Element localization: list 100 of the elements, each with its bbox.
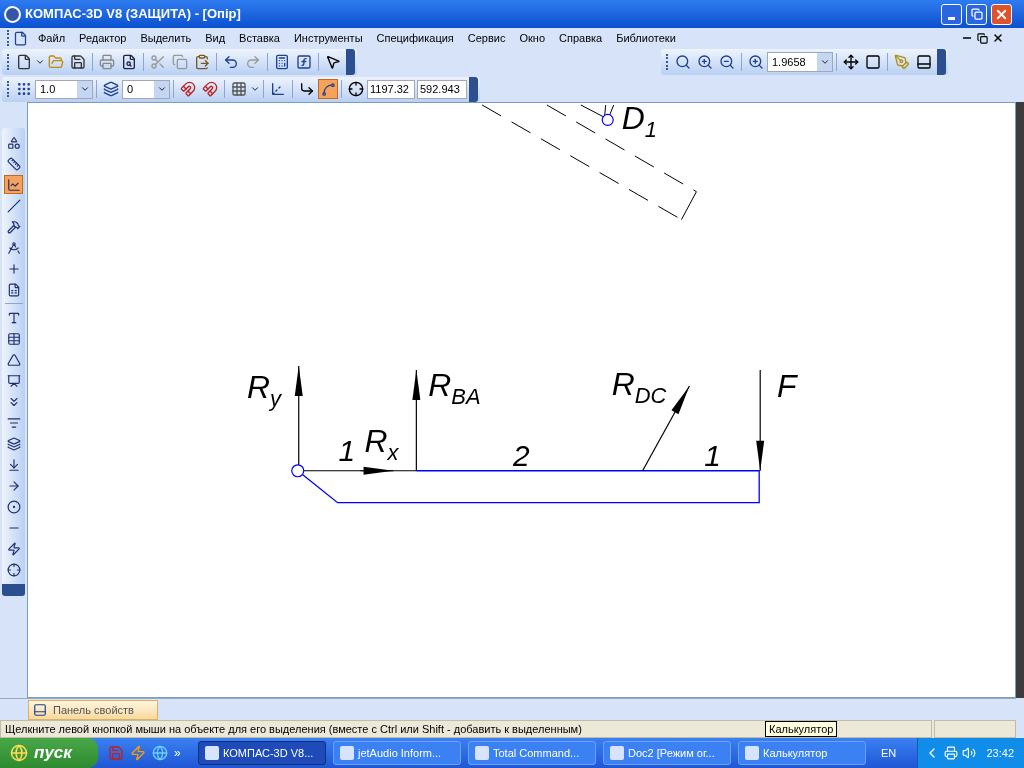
clock: 23:42 (986, 745, 1014, 761)
preview-icon[interactable] (121, 54, 137, 70)
menu-item[interactable]: Библиотеки (616, 29, 676, 47)
new-file-icon[interactable] (16, 54, 32, 70)
easel-icon[interactable] (6, 373, 21, 388)
drawing-canvas[interactable]: R$_{y}$ R$_{BA}$ R$_{DC}$ F R$_{x}$ D$_{1}$ 1 2 1 (27, 102, 1016, 698)
layers-icon[interactable] (6, 436, 21, 451)
chart-line-icon[interactable] (6, 177, 21, 192)
open-folder-icon[interactable] (48, 54, 64, 70)
properties-panel-tab[interactable]: Панель свойств (28, 700, 158, 720)
scale-dropdown[interactable]: 1.9658 (767, 52, 833, 72)
restore-icon (970, 8, 983, 20)
force-label: R$_{x}$ (364, 422, 399, 465)
pointer-help-icon[interactable] (325, 54, 341, 70)
zoom-out-icon[interactable] (719, 54, 735, 70)
move-icon[interactable] (843, 54, 859, 70)
menu-item[interactable]: Инструменты (293, 29, 363, 47)
axes-icon[interactable] (270, 81, 286, 97)
force-label: R$_{DC}$ (611, 366, 667, 408)
step-icon[interactable] (16, 81, 32, 97)
table-icon[interactable] (6, 331, 21, 346)
force-label: R$_{BA}$ (428, 367, 481, 409)
snap-toggle[interactable] (318, 79, 338, 99)
menu-item[interactable]: Файл (38, 29, 66, 47)
slash-icon[interactable] (6, 198, 21, 213)
browser-icon[interactable] (152, 745, 168, 761)
coordinates-icon[interactable] (348, 81, 364, 97)
language-indicator[interactable]: EN (881, 744, 897, 762)
layers-icon[interactable] (103, 81, 119, 97)
shapes-icon[interactable] (6, 135, 21, 150)
layer-dropdown[interactable]: 0 (122, 79, 170, 99)
y-coordinate-field[interactable]: 592.943 (417, 79, 467, 99)
menu-item[interactable]: Вставка (239, 29, 280, 47)
restore-icon[interactable] (977, 32, 988, 44)
lines-icon[interactable] (6, 415, 21, 430)
caret-icon[interactable] (79, 84, 90, 94)
zoom-in-icon[interactable] (697, 54, 713, 70)
volume-icon[interactable] (962, 746, 977, 760)
magnet-icon[interactable] (202, 81, 218, 97)
caret-icon[interactable] (156, 84, 167, 94)
taskbar-button[interactable]: Калькулятор (738, 741, 866, 765)
arrow-right-icon[interactable] (6, 478, 21, 493)
span-length-label: 2 (513, 438, 530, 472)
app-logo-icon (4, 5, 21, 23)
panel-icon[interactable] (916, 54, 932, 70)
more-icon[interactable]: » (174, 744, 181, 762)
menu-item[interactable]: Справка (559, 29, 603, 47)
sheet-icon[interactable] (6, 282, 21, 297)
menu-item[interactable]: Вид (205, 29, 226, 47)
toolbar-options-button[interactable] (469, 76, 478, 102)
close-button[interactable] (991, 3, 1012, 25)
save-icon[interactable] (70, 54, 86, 70)
window-title: КОМПАС-3D V8 (ЗАЩИТА) - [Опір] (25, 5, 241, 24)
close-icon[interactable] (992, 32, 1004, 44)
caret-icon[interactable] (250, 84, 260, 94)
x-coordinate-field[interactable]: 1197.32 (367, 79, 415, 99)
function-icon[interactable] (296, 54, 312, 70)
calculator-icon[interactable] (274, 54, 290, 70)
circle-dot-icon[interactable] (6, 499, 21, 514)
taskbar-button[interactable]: Total Command... (468, 741, 596, 765)
menu-item[interactable]: Окно (519, 29, 545, 47)
triangle-icon[interactable] (6, 352, 21, 367)
printer-icon[interactable] (99, 54, 115, 70)
hammer-icon[interactable] (6, 219, 21, 234)
search-icon[interactable] (675, 54, 691, 70)
text-icon[interactable] (6, 310, 21, 325)
step-dropdown[interactable]: 1.0 (35, 79, 93, 99)
arrow-down-icon[interactable] (6, 457, 21, 472)
pen-icon[interactable] (894, 54, 910, 70)
minimize-button[interactable] (941, 3, 962, 25)
restore-button[interactable] (966, 3, 987, 25)
point-marker (601, 113, 614, 126)
ortho-icon[interactable] (299, 81, 315, 97)
caret-icon[interactable] (35, 57, 45, 67)
paste-icon[interactable] (194, 54, 210, 70)
panel-icon (33, 703, 47, 717)
force-label: F (777, 368, 797, 404)
ruler-icon[interactable] (6, 156, 21, 171)
document-icon[interactable] (13, 30, 28, 46)
grid-icon[interactable] (231, 81, 247, 97)
menu-item[interactable]: Выделить (140, 29, 192, 47)
menu-item[interactable]: Спецификация (376, 29, 454, 47)
taskbar-button[interactable]: jetAudio Inform... (333, 741, 461, 765)
tab-label: Панель свойств (53, 702, 134, 718)
taskbar-button[interactable]: Doc2 [Режим ог... (603, 741, 731, 765)
plus-icon[interactable] (6, 261, 21, 276)
menu-item[interactable]: Редактор (79, 29, 127, 47)
crosshair-icon[interactable] (6, 562, 21, 577)
magnet-icon[interactable] (180, 81, 196, 97)
frame-icon[interactable] (865, 54, 881, 70)
zoom-icon[interactable] (748, 54, 764, 70)
undo-icon[interactable] (223, 54, 239, 70)
lightning-icon[interactable] (6, 541, 21, 556)
menu-item[interactable]: Сервис (467, 29, 506, 47)
caret-icon[interactable] (819, 57, 830, 67)
pivot-circle (291, 464, 305, 478)
start-button[interactable]: пуск (0, 738, 98, 768)
tray-icon[interactable] (944, 746, 959, 760)
taskbar-button[interactable]: КОМПАС-3D V8... (198, 741, 326, 765)
compass-icon[interactable] (6, 240, 21, 255)
